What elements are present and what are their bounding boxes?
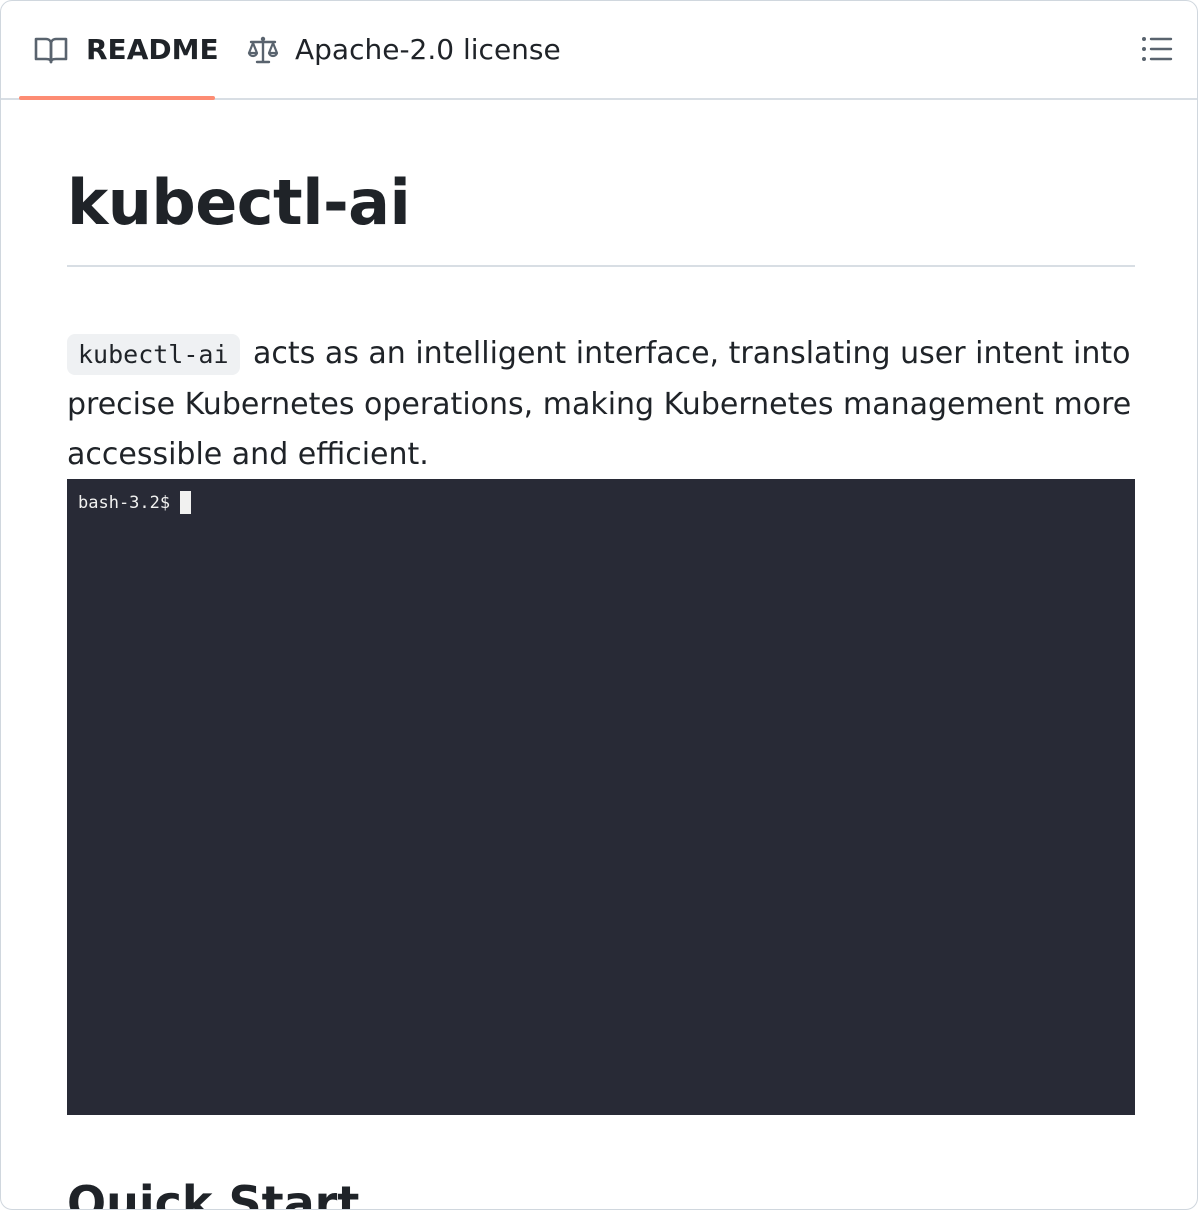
inline-code: kubectl-ai — [67, 334, 240, 375]
terminal-prompt-text: bash-3.2$ — [78, 492, 171, 513]
page-title: kubectl-ai — [67, 166, 411, 239]
law-scale-icon — [247, 34, 279, 66]
outline-toc-button[interactable] — [1137, 31, 1177, 71]
readme-tab-bar: README Apache-2.0 license — [1, 1, 1197, 100]
tab-readme[interactable]: README — [19, 1, 219, 100]
title-divider — [67, 265, 1135, 267]
terminal-demo: bash-3.2$ — [67, 479, 1135, 1115]
book-icon — [34, 35, 68, 65]
active-tab-underline — [19, 96, 215, 100]
section-heading-quick-start: Quick Start — [67, 1176, 360, 1210]
tab-license[interactable]: Apache-2.0 license — [247, 1, 561, 98]
readme-panel: README Apache-2.0 license kubectl-ai kub… — [0, 0, 1198, 1210]
tab-readme-label: README — [86, 33, 219, 66]
list-unordered-icon — [1141, 35, 1173, 67]
terminal-prompt: bash-3.2$ — [78, 491, 192, 514]
terminal-cursor — [180, 491, 192, 514]
tab-license-label: Apache-2.0 license — [295, 33, 561, 66]
intro-paragraph: kubectl-ai acts as an intelligent interf… — [67, 329, 1147, 480]
